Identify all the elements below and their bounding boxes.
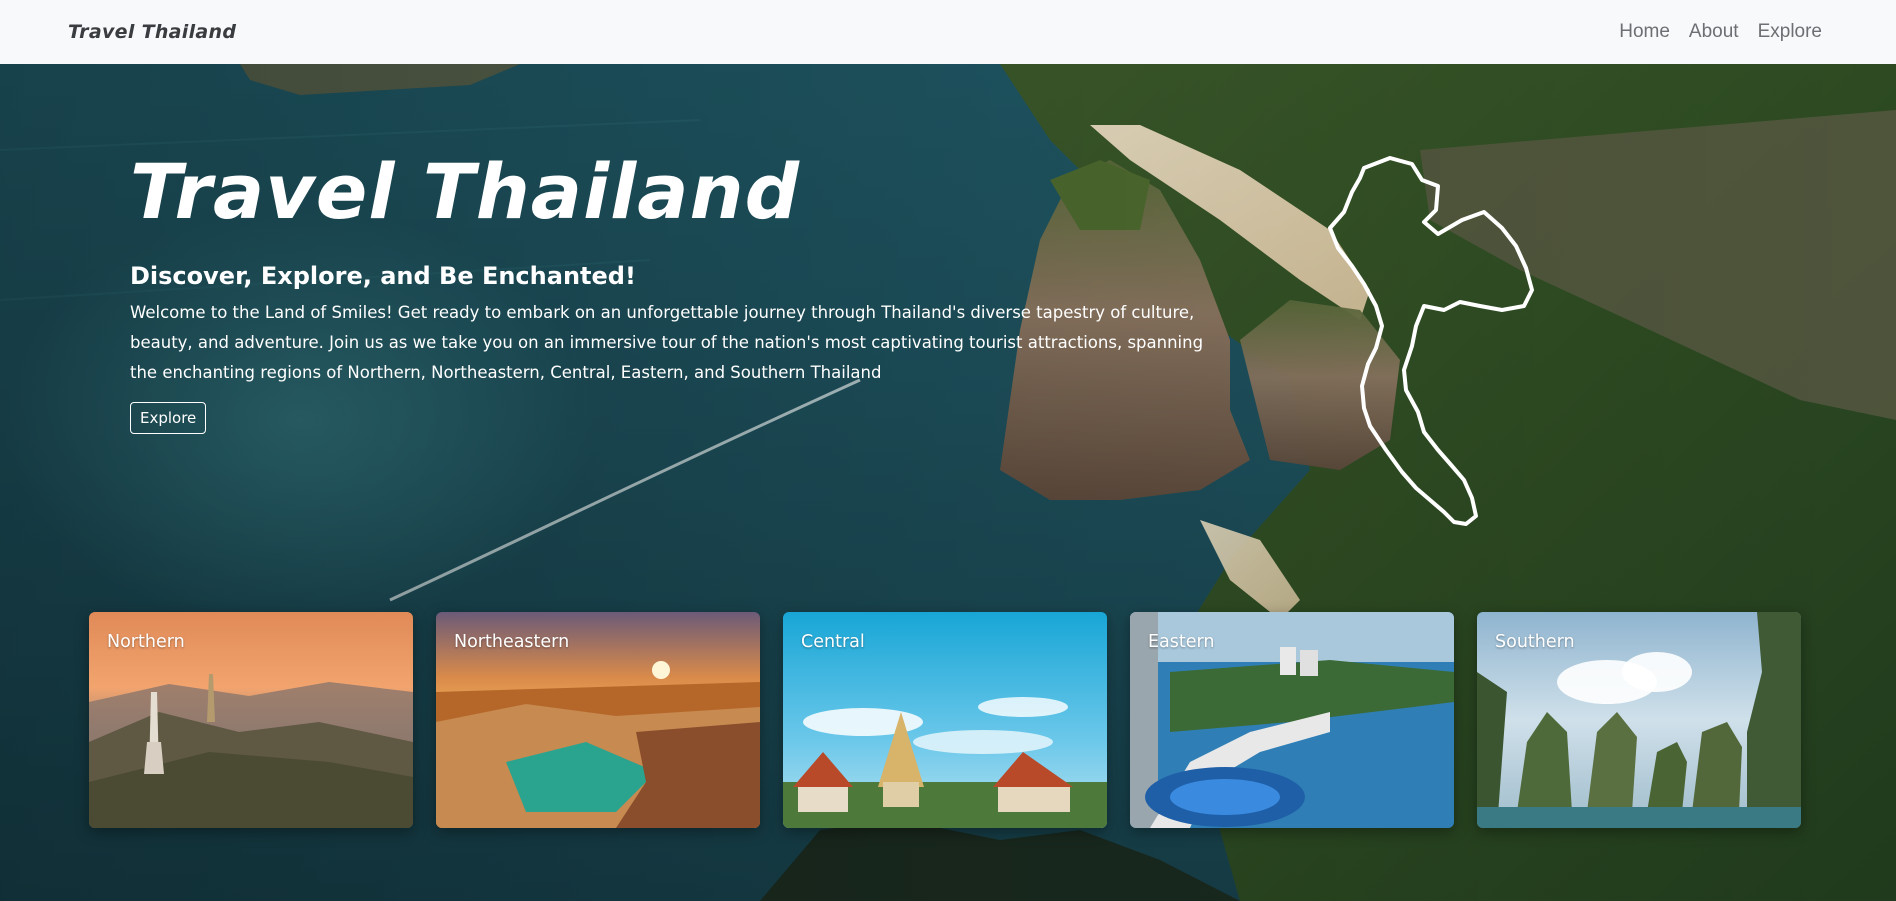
region-label-northeastern: Northeastern [454, 632, 570, 652]
region-label-central: Central [801, 632, 865, 652]
hero-subtitle: Discover, Explore, and Be Enchanted! [130, 261, 636, 290]
region-cards: Northern Northeastern Central Eastern So… [89, 612, 1801, 828]
region-card-central[interactable]: Central [783, 612, 1107, 828]
region-card-eastern[interactable]: Eastern [1130, 612, 1454, 828]
hero-description: Welcome to the Land of Smiles! Get ready… [130, 302, 1204, 382]
region-label-northern: Northern [107, 632, 185, 652]
thailand-outline-icon [1320, 150, 1570, 564]
brand-logo[interactable]: Travel Thailand [68, 21, 236, 43]
nav-link-about[interactable]: About [1689, 21, 1739, 43]
region-card-southern[interactable]: Southern [1477, 612, 1801, 828]
nav-links: Home About Explore [1619, 21, 1822, 43]
region-card-northeastern[interactable]: Northeastern [436, 612, 760, 828]
nav-link-home[interactable]: Home [1619, 21, 1670, 43]
hero-title: Travel Thailand [130, 147, 800, 236]
explore-button[interactable]: Explore [130, 401, 207, 434]
nav-link-explore[interactable]: Explore [1758, 21, 1822, 43]
region-label-southern: Southern [1495, 632, 1575, 652]
region-card-northern[interactable]: Northern [89, 612, 413, 828]
region-label-eastern: Eastern [1148, 632, 1215, 652]
hero-content: Travel Thailand Discover, Explore, and B… [130, 150, 1210, 434]
navbar: Travel Thailand Home About Explore [0, 0, 1896, 64]
